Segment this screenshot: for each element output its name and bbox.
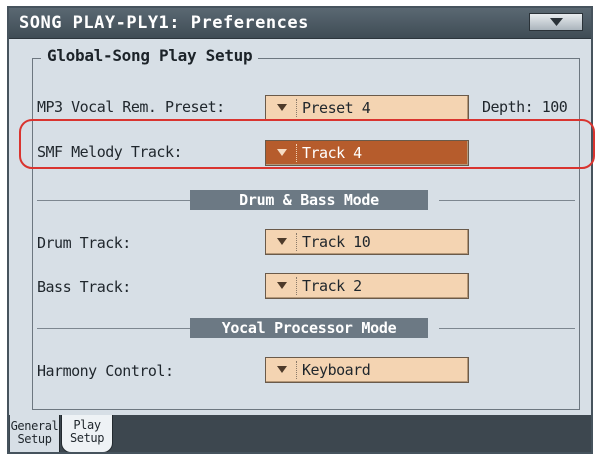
dropdown-separator — [296, 233, 297, 251]
page-title: SONG PLAY-PLY1: Preferences — [19, 13, 309, 33]
vocal-processor-mode-header: Yocal Processor Mode — [190, 318, 428, 338]
title-bar: SONG PLAY-PLY1: Preferences — [9, 8, 591, 39]
triangle-down-icon — [550, 18, 563, 26]
mp3-vocal-preset-dropdown[interactable]: Preset 4 — [265, 95, 469, 121]
highlight-ring — [19, 119, 595, 169]
tab-general-setup-line2: Setup — [17, 432, 52, 446]
tab-bar: General Setup Play Setup — [9, 415, 591, 452]
section-divider — [37, 200, 191, 201]
section-divider — [37, 328, 191, 329]
drum-track-dropdown[interactable]: Track 10 — [265, 229, 469, 255]
dropdown-separator — [296, 361, 297, 379]
harmony-control-label: Harmony Control: — [37, 362, 174, 380]
dropdown-separator — [296, 277, 297, 295]
bass-track-value: Track 2 — [302, 277, 362, 295]
harmony-control-dropdown[interactable]: Keyboard — [265, 357, 469, 383]
section-divider — [439, 328, 575, 329]
preferences-screen: SONG PLAY-PLY1: Preferences Global-Song … — [7, 6, 593, 454]
harmony-control-value: Keyboard — [302, 361, 371, 379]
tab-play-setup[interactable]: Play Setup — [61, 415, 113, 452]
dropdown-arrow-icon — [272, 96, 296, 120]
bass-track-dropdown[interactable]: Track 2 — [265, 273, 469, 299]
tab-general-setup[interactable]: General Setup — [10, 415, 60, 452]
dropdown-arrow-icon — [272, 358, 296, 382]
drum-bass-mode-header: Drum & Bass Mode — [190, 190, 428, 210]
section-divider — [439, 200, 575, 201]
dropdown-arrow-icon — [272, 230, 296, 254]
dropdown-separator — [296, 99, 297, 117]
mp3-vocal-preset-label: MP3 Vocal Rem. Preset: — [37, 98, 225, 116]
drum-track-label: Drum Track: — [37, 234, 131, 252]
bass-track-label: Bass Track: — [37, 278, 131, 296]
depth-value[interactable]: Depth: 100 — [482, 98, 568, 116]
mp3-vocal-preset-value: Preset 4 — [302, 99, 371, 117]
dropdown-arrow-icon — [272, 274, 296, 298]
global-setup-title: Global-Song Play Setup — [41, 46, 259, 65]
page-menu-button[interactable] — [529, 13, 583, 31]
drum-track-value: Track 10 — [302, 233, 371, 251]
tab-play-setup-line2: Setup — [69, 431, 105, 445]
